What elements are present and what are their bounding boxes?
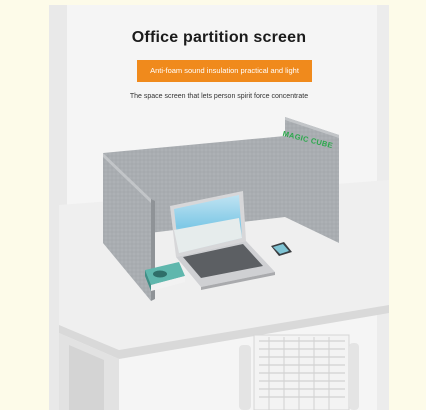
feature-badge: Anti-foam sound insulation practical and…: [137, 60, 312, 82]
office-chair: [239, 334, 359, 410]
product-image-frame: MAGIC CUBE Office partition screen Anti-…: [49, 5, 389, 410]
page-title: Office partition screen: [131, 29, 307, 46]
tagline: The space screen that lets person spirit…: [129, 93, 309, 100]
